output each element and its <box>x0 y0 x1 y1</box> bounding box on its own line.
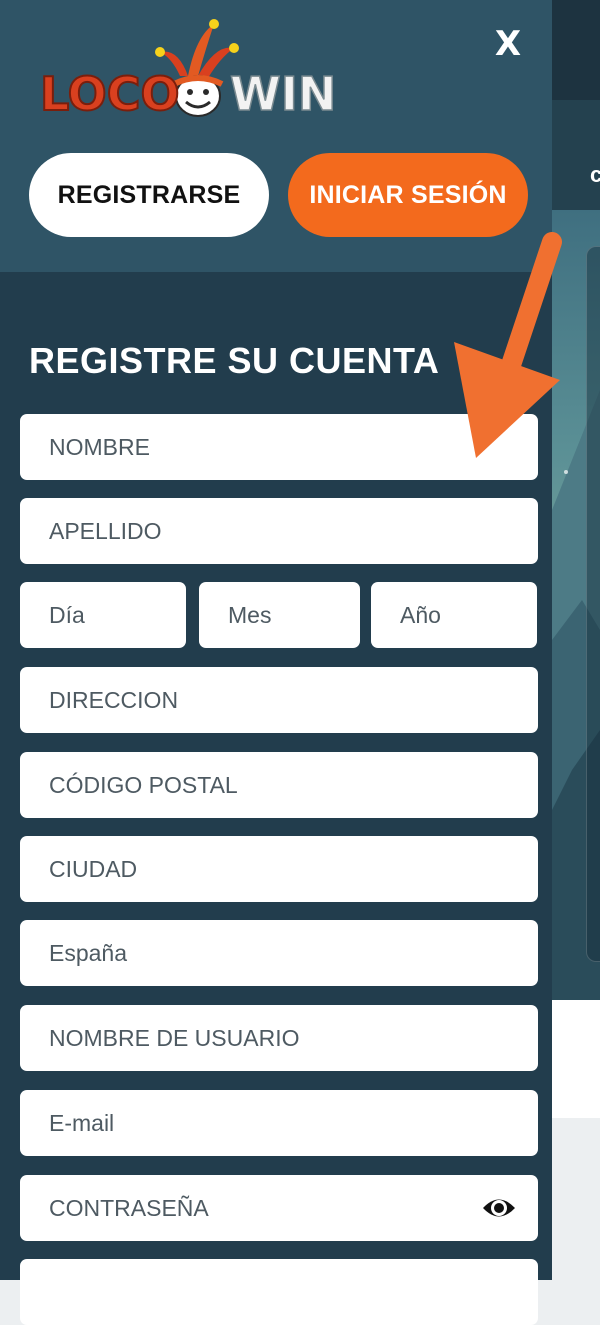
svg-text:WIN: WIN <box>230 67 336 118</box>
birth-month-select[interactable]: Mes <box>199 582 360 648</box>
birth-month-placeholder: Mes <box>228 601 272 628</box>
login-button-label: INICIAR SESIÓN <box>309 180 507 209</box>
svg-text:LOCO: LOCO <box>40 67 180 118</box>
last-name-placeholder: APELLIDO <box>49 517 162 544</box>
country-select[interactable]: España <box>20 920 538 986</box>
login-button[interactable]: INICIAR SESIÓN <box>288 153 528 237</box>
background-subnav <box>552 100 600 210</box>
background-subnav-text: c <box>590 162 600 187</box>
password-placeholder: CONTRASEÑA <box>49 1194 209 1221</box>
address-field[interactable]: DIRECCION <box>20 667 538 733</box>
birth-year-placeholder: Año <box>400 601 441 628</box>
eye-icon[interactable] <box>482 1193 516 1223</box>
form-title: REGISTRE SU CUENTA <box>29 340 440 381</box>
background-card <box>586 246 600 962</box>
drawer-header: LOCO WIN X REGISTRARSE INICIAR SESIÓN <box>0 0 552 272</box>
city-placeholder: CIUDAD <box>49 855 138 882</box>
password-field[interactable]: CONTRASEÑA <box>20 1175 538 1241</box>
background-white-section <box>552 1000 600 1118</box>
country-value: España <box>49 939 128 966</box>
register-button-label: REGISTRARSE <box>57 180 241 209</box>
last-name-field[interactable]: APELLIDO <box>20 498 538 564</box>
site-logo[interactable]: LOCO WIN <box>38 18 338 118</box>
birth-day-select[interactable]: Día <box>20 582 186 648</box>
first-name-placeholder: NOMBRE <box>49 433 150 460</box>
birth-year-select[interactable]: Año <box>371 582 537 648</box>
register-button[interactable]: REGISTRARSE <box>29 153 269 237</box>
registration-drawer: LOCO WIN X REGISTRARSE INICIAR SESIÓN RE… <box>0 0 552 1325</box>
address-placeholder: DIRECCION <box>49 686 179 713</box>
city-field[interactable]: CIUDAD <box>20 836 538 902</box>
close-button[interactable]: X <box>488 22 528 66</box>
close-icon: X <box>494 24 522 64</box>
email-placeholder: E-mail <box>49 1109 115 1136</box>
username-placeholder: NOMBRE DE USUARIO <box>49 1024 300 1051</box>
username-field[interactable]: NOMBRE DE USUARIO <box>20 1005 538 1071</box>
postal-code-placeholder: CÓDIGO POSTAL <box>49 771 238 798</box>
background-topbar <box>552 0 600 100</box>
first-name-field[interactable]: NOMBRE <box>20 414 538 480</box>
birth-day-placeholder: Día <box>49 601 85 628</box>
confirm-password-field[interactable] <box>20 1259 538 1325</box>
email-field[interactable]: E-mail <box>20 1090 538 1156</box>
postal-code-field[interactable]: CÓDIGO POSTAL <box>20 752 538 818</box>
